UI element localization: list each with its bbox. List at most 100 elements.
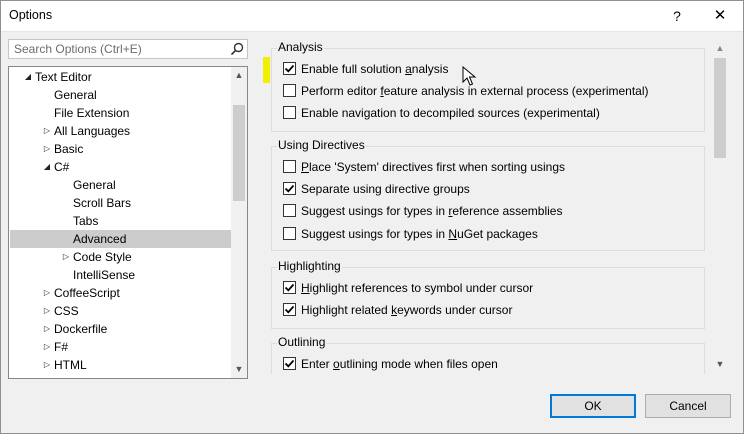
option-label-mnemonic: a: [405, 62, 412, 76]
checkmark-icon: [284, 359, 295, 368]
tree-item-label: Scroll Bars: [73, 196, 132, 210]
tree-item-label: Basic: [54, 142, 84, 156]
collapsed-arrow-icon[interactable]: ▷: [42, 140, 52, 158]
scroll-up-arrow-icon[interactable]: ▲: [712, 40, 728, 57]
tree-item-label: Text Editor: [35, 70, 92, 84]
tree-item-label: File Extension: [54, 106, 130, 120]
scroll-up-arrow-icon[interactable]: ▲: [231, 67, 247, 84]
tree-item-label: CoffeeScript: [54, 286, 120, 300]
tree-item-label: C#: [54, 160, 70, 174]
tree-scrollbar[interactable]: ▲ ▼: [231, 67, 247, 378]
tree-item[interactable]: ▷ CoffeeScript: [10, 284, 231, 302]
collapsed-arrow-icon[interactable]: ▷: [42, 356, 52, 374]
option-label-text: eference assemblies: [452, 204, 563, 218]
option-checkbox[interactable]: [283, 303, 296, 316]
option-checkbox[interactable]: [283, 62, 296, 75]
group-title: Analysis: [277, 40, 324, 54]
group-title: Highlighting: [277, 259, 342, 273]
checkmark-icon: [284, 64, 295, 73]
collapsed-arrow-icon[interactable]: ▷: [42, 302, 52, 320]
collapsed-arrow-icon[interactable]: ▷: [61, 248, 71, 266]
option-checkbox[interactable]: [283, 281, 296, 294]
tree-item[interactable]: ▷ HTML: [10, 356, 231, 374]
tree-item[interactable]: ▷ CSS: [10, 302, 231, 320]
option-label-text: Suggest usings for types in: [301, 204, 449, 218]
tree-item[interactable]: IntelliSense: [10, 266, 231, 284]
mouse-cursor-icon: [462, 66, 477, 86]
ok-button[interactable]: OK: [550, 394, 636, 418]
options-scroll-thumb[interactable]: [714, 58, 726, 158]
advanced-options-panel: Analysis Enable full solution analysis Per…: [270, 38, 731, 374]
tree-item[interactable]: ▷ F#: [10, 338, 231, 356]
close-button[interactable]: ✕: [702, 3, 738, 29]
option-label-text: utlining mode when files open: [339, 357, 498, 371]
tree-item[interactable]: ▷ All Languages: [10, 122, 231, 140]
option-label: Highlight related keywords under cursor: [301, 301, 512, 319]
option-checkbox[interactable]: [283, 182, 296, 195]
option-label: Enter outlining mode when files open: [301, 355, 498, 373]
options-scrollbar[interactable]: ▲ ▼: [712, 40, 728, 373]
tree-item-label: F#: [54, 340, 69, 354]
tree-item[interactable]: Scroll Bars: [10, 194, 231, 212]
tree-item[interactable]: File Extension: [10, 104, 231, 122]
option-label: Place 'System' directives first when sor…: [301, 158, 565, 176]
tree-item-label: All Languages: [54, 124, 131, 138]
option-checkbox[interactable]: [283, 357, 296, 370]
tree-item[interactable]: Tabs: [10, 212, 231, 230]
collapsed-arrow-icon[interactable]: ▷: [42, 122, 52, 140]
option-checkbox[interactable]: [283, 160, 296, 173]
option-label-text: nalysis: [411, 62, 449, 76]
option-checkbox[interactable]: [283, 204, 296, 217]
tree-item[interactable]: ▷ Basic: [10, 140, 231, 158]
checkmark-icon: [284, 184, 295, 193]
tree-item[interactable]: General: [10, 176, 231, 194]
search-input[interactable]: [9, 40, 239, 58]
scroll-down-arrow-icon[interactable]: ▼: [712, 356, 728, 373]
option-label-text: Enter: [301, 357, 334, 371]
option-label-text: Enable navigation to decompiled sources …: [301, 106, 600, 120]
scroll-down-arrow-icon[interactable]: ▼: [231, 361, 247, 378]
option-label-text: eature analysis in external process (exp…: [383, 84, 649, 98]
tree-item-label: CSS: [54, 304, 79, 318]
group-title: Outlining: [277, 335, 327, 349]
help-button[interactable]: ?: [660, 3, 694, 29]
option-label: Suggest usings for types in NuGet packag…: [301, 225, 538, 243]
expanded-arrow-icon[interactable]: ◢: [42, 158, 52, 176]
option-label-mnemonic: H: [301, 281, 310, 295]
tree-item[interactable]: General: [10, 86, 231, 104]
cancel-button[interactable]: Cancel: [645, 394, 731, 418]
group-title: Using Directives: [277, 138, 366, 152]
option-checkbox[interactable]: [283, 84, 296, 97]
option-label: Highlight references to symbol under cur…: [301, 279, 533, 297]
option-label-text: Suggest usings for types in: [301, 227, 449, 241]
collapsed-arrow-icon[interactable]: ▷: [42, 284, 52, 302]
option-label-text: lace 'System' directives first when sort…: [309, 160, 566, 174]
option-label-text: ighlight references to symbol under curs…: [309, 281, 534, 295]
tree-item[interactable]: ▷ Code Style: [10, 248, 231, 266]
option-label: Separate using directive groups: [301, 180, 470, 198]
tree-item[interactable]: ▷ Dockerfile: [10, 320, 231, 338]
option-checkbox[interactable]: [283, 106, 296, 119]
collapsed-arrow-icon[interactable]: ▷: [42, 338, 52, 356]
option-checkbox[interactable]: [283, 227, 296, 240]
collapsed-arrow-icon[interactable]: ▷: [42, 320, 52, 338]
tree-item[interactable]: Advanced: [10, 230, 231, 248]
expanded-arrow-icon[interactable]: ◢: [23, 68, 33, 86]
tree-item[interactable]: ◢ C#: [10, 158, 231, 176]
tree-scroll-thumb[interactable]: [233, 105, 245, 201]
tree-item-label: Code Style: [73, 250, 132, 264]
option-label-mnemonic: P: [301, 160, 310, 174]
option-label: Suggest usings for types in reference as…: [301, 202, 562, 220]
window-title: Options: [9, 8, 53, 22]
tree-item-label: General: [54, 88, 97, 102]
option-label-text: eywords under cursor: [397, 303, 513, 317]
checkmark-icon: [284, 283, 295, 292]
option-label-mnemonic: o: [333, 357, 340, 371]
tree-item-label: General: [73, 178, 116, 192]
tree-item-label: HTML: [54, 358, 87, 372]
tree-item[interactable]: ◢ Text Editor: [10, 68, 231, 86]
search-icon[interactable]: [230, 42, 244, 56]
title-bar: Options ? ✕: [0, 0, 744, 32]
tree-item-label: Dockerfile: [54, 322, 108, 336]
option-label: Enable navigation to decompiled sources …: [301, 104, 600, 122]
